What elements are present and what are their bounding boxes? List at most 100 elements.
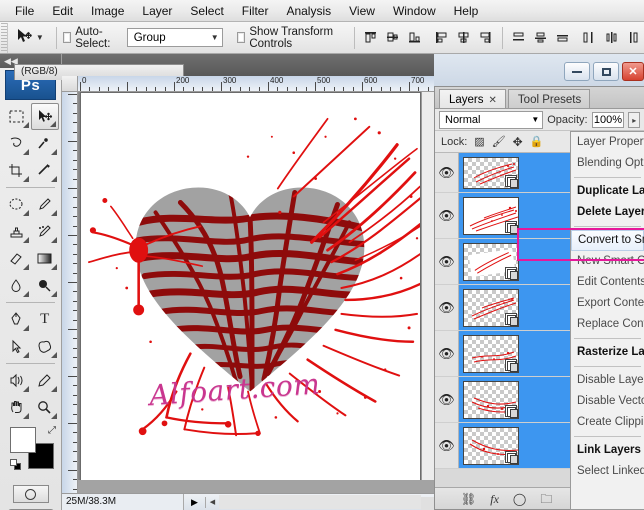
align-vertical-centers-button[interactable]	[382, 28, 402, 48]
link-layers-icon[interactable]: ⛓	[461, 493, 476, 505]
tool-preset-chevron-down-icon[interactable]: ▼	[36, 33, 44, 42]
context-menu-item[interactable]: Link Layers	[571, 440, 644, 461]
align-horizontal-centers-button[interactable]	[453, 28, 473, 48]
tab-tool-presets[interactable]: Tool Presets	[507, 89, 591, 108]
context-menu-item[interactable]: Create Clipping Mask	[571, 412, 644, 433]
context-menu-item[interactable]: Select Linked Layers	[571, 461, 644, 482]
clone-stamp-tool[interactable]	[2, 218, 31, 245]
path-selection-tool[interactable]	[2, 333, 31, 360]
close-icon[interactable]: ✕	[489, 95, 497, 106]
tab-layers[interactable]: Layers ✕	[439, 89, 506, 108]
canvas-horizontal-scrollbar[interactable]	[219, 495, 421, 509]
layer-thumbnail[interactable]	[463, 380, 519, 419]
marquee-tool[interactable]	[2, 103, 31, 130]
move-tool[interactable]	[30, 103, 59, 130]
layer-visibility-toggle[interactable]: 👁	[435, 285, 459, 330]
swap-colors-icon[interactable]: ⤢	[48, 425, 56, 436]
menu-item-filter[interactable]: Filter	[233, 2, 278, 20]
horizontal-ruler[interactable]: 0200300400500600700800	[78, 76, 434, 92]
menu-item-layer[interactable]: Layer	[133, 2, 181, 20]
layer-context-menu[interactable]: Layer Properties...Blending Options... Du…	[570, 131, 644, 510]
lock-image-pixels-icon[interactable]: 🖌	[492, 135, 506, 148]
align-top-edges-button[interactable]	[360, 28, 380, 48]
context-menu-item[interactable]: Delete Layers	[571, 202, 644, 223]
layer-visibility-toggle[interactable]: 👁	[435, 331, 459, 376]
brush-tool[interactable]	[31, 191, 60, 218]
layer-visibility-toggle[interactable]: 👁	[435, 193, 459, 238]
context-menu-item[interactable]: Layer Properties...	[571, 132, 644, 153]
align-bottom-edges-button[interactable]	[404, 28, 424, 48]
align-right-edges-button[interactable]	[475, 28, 495, 48]
gradient-tool[interactable]	[31, 245, 60, 272]
distribute-horizontal-centers-button[interactable]	[602, 28, 622, 48]
blur-tool[interactable]	[2, 272, 31, 299]
slice-tool[interactable]	[31, 157, 60, 184]
lock-position-icon[interactable]: ✥	[513, 135, 523, 149]
lock-transparent-pixels-icon[interactable]: ▨	[474, 135, 484, 148]
auto-select-scope-dropdown[interactable]: Group ▼	[126, 28, 223, 47]
distribute-vertical-centers-button[interactable]	[531, 28, 551, 48]
context-menu-item[interactable]: Blending Options...	[571, 153, 644, 174]
context-menu-item[interactable]: Duplicate Layers...	[571, 181, 644, 202]
default-colors-icon[interactable]	[10, 459, 22, 471]
distribute-right-edges-button[interactable]	[624, 28, 644, 48]
layer-visibility-toggle[interactable]: 👁	[435, 377, 459, 422]
foreground-color-swatch[interactable]	[10, 427, 36, 453]
dodge-tool[interactable]	[31, 272, 60, 299]
zoom-tool[interactable]	[31, 394, 60, 421]
context-menu-item[interactable]: New Smart Object via Copy	[571, 251, 644, 272]
pen-tool[interactable]	[2, 306, 31, 333]
status-expand-arrow[interactable]: ▶	[184, 496, 206, 508]
minimize-button[interactable]	[564, 62, 590, 81]
menu-item-image[interactable]: Image	[82, 2, 133, 20]
audio-annotation-tool[interactable]	[2, 367, 31, 394]
layer-style-fx-icon[interactable]: fx	[490, 493, 499, 505]
context-menu-item[interactable]: Disable Layer Mask	[571, 370, 644, 391]
distribute-bottom-edges-button[interactable]	[553, 28, 573, 48]
context-menu-item[interactable]: Disable Vector Mask	[571, 391, 644, 412]
new-group-icon[interactable]: 🗀	[540, 493, 552, 505]
close-button[interactable]: ✕	[622, 62, 644, 81]
align-left-edges-button[interactable]	[431, 28, 451, 48]
options-bar-gripper[interactable]	[1, 22, 8, 53]
menu-item-help[interactable]: Help	[445, 2, 488, 20]
menu-item-window[interactable]: Window	[384, 2, 445, 20]
type-tool[interactable]: T	[31, 306, 60, 333]
layer-visibility-toggle[interactable]: 👁	[435, 423, 459, 468]
vertical-ruler[interactable]	[62, 92, 78, 510]
context-menu-item[interactable]: Convert to Smart Object	[571, 230, 644, 251]
menu-item-view[interactable]: View	[340, 2, 384, 20]
opacity-stepper-arrow[interactable]: ▸	[628, 111, 640, 128]
eraser-tool[interactable]	[2, 245, 31, 272]
crop-tool[interactable]	[2, 157, 31, 184]
canvas-vertical-scrollbar[interactable]	[421, 92, 434, 480]
canvas-page[interactable]: Alfoart.com	[80, 92, 421, 480]
menu-item-analysis[interactable]: Analysis	[277, 2, 340, 20]
blend-mode-dropdown[interactable]: Normal ▼	[439, 110, 544, 129]
context-menu-item[interactable]: Export Contents...	[571, 293, 644, 314]
lock-all-icon[interactable]: 🔒	[530, 135, 544, 148]
layer-thumbnail[interactable]	[463, 156, 519, 189]
auto-select-checkbox[interactable]	[62, 32, 72, 43]
hand-tool[interactable]	[2, 394, 31, 421]
distribute-left-edges-button[interactable]	[580, 28, 600, 48]
ruler-corner[interactable]	[62, 76, 78, 92]
eyedropper-tool[interactable]	[31, 367, 60, 394]
layer-visibility-toggle[interactable]: 👁	[435, 153, 459, 192]
canvas-area[interactable]: Alfoart.com	[78, 92, 421, 480]
shape-tool[interactable]	[31, 333, 60, 360]
menu-item-file[interactable]: File	[6, 2, 43, 20]
quick-mask-mode-button[interactable]	[12, 485, 49, 503]
distribute-top-edges-button[interactable]	[509, 28, 529, 48]
layer-thumbnail[interactable]	[463, 288, 519, 327]
context-menu-item[interactable]: Edit Contents	[571, 272, 644, 293]
lasso-tool[interactable]	[2, 130, 31, 157]
menu-item-select[interactable]: Select	[181, 2, 232, 20]
window-resize-grip[interactable]	[421, 497, 434, 510]
tool-preset-picker[interactable]: ▼	[8, 28, 50, 47]
healing-brush-tool[interactable]	[2, 191, 31, 218]
layer-thumbnail[interactable]	[463, 196, 519, 235]
layer-thumbnail[interactable]	[463, 242, 519, 281]
context-menu-item[interactable]: Rasterize Layer	[571, 342, 644, 363]
context-menu-item[interactable]: Replace Contents...	[571, 314, 644, 335]
